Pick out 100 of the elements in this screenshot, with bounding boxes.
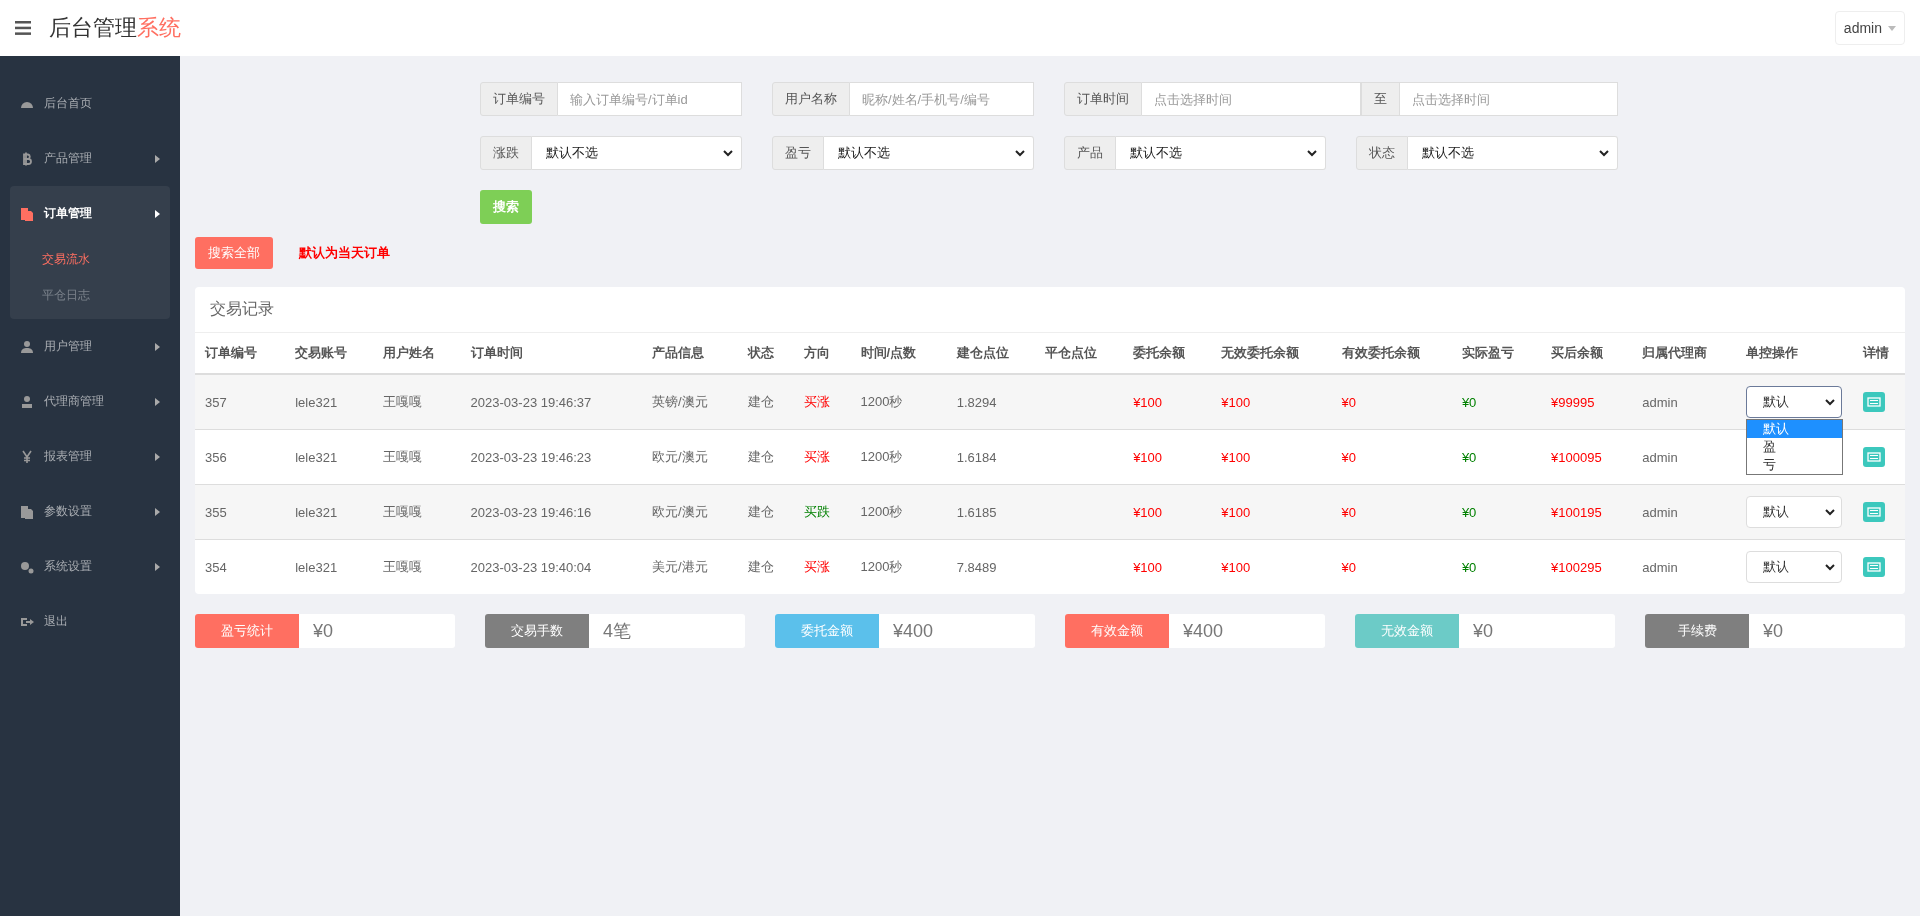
chevron-icon [1824,563,1835,571]
input-field[interactable]: 昵称/姓名/手机号/编号 [850,82,1034,116]
select-field[interactable]: 默认不选 [1116,136,1326,170]
control-select[interactable]: 默认 [1745,386,1842,418]
amount-cell: ¥100 [1221,394,1251,410]
table-cell: 欧元/澳元 [652,504,708,519]
control-select[interactable]: 默认 [1745,551,1842,583]
stat-value: ¥0 [1472,619,1494,643]
sidebar-icon [20,559,34,574]
table-cell: 王嘎嘎 [383,559,423,574]
field-label: 涨跌 [480,136,532,170]
amount-cell: ¥0 [1341,504,1357,520]
sidebar-subitem[interactable]: 交易流水 [10,241,170,277]
sidebar-icon [20,504,34,519]
caret-icon [1888,25,1896,31]
arrow-icon [155,452,160,461]
details-icon[interactable] [1862,447,1885,467]
table-cell: 1200秒 [860,559,903,574]
amount-cell: ¥100195 [1551,504,1602,520]
details-icon[interactable] [1862,557,1885,577]
table-cell: admin [1642,504,1678,520]
user-dropdown[interactable]: admin [1834,11,1905,45]
table-cell: admin [1642,394,1678,410]
sidebar-item[interactable]: 系统设置 [10,539,170,594]
select-field[interactable]: 默认不选 [1408,136,1618,170]
stat-label: 交易手数 [485,614,589,648]
sidebar-item[interactable]: 代理商管理 [10,374,170,429]
table-cell: lele321 [295,559,338,575]
table-cell: 欧元/澳元 [652,449,708,464]
stat-label: 有效金额 [1065,614,1169,648]
direction-cell: 买涨 [804,394,831,409]
table-cell: lele321 [295,449,338,465]
sidebar-icon [20,449,34,464]
table-cell: 355 [205,504,227,520]
table-cell: 建仓 [748,394,775,409]
table-cell: 王嘎嘎 [383,504,423,519]
field-label: 盈亏 [772,136,824,170]
control-select[interactable]: 默认 [1745,496,1842,528]
sidebar-item[interactable]: 后台首页 [10,76,170,131]
amount-cell: ¥100 [1221,559,1251,575]
direction-cell: 买涨 [804,559,831,574]
arrow-icon [155,397,160,406]
sidebar-item[interactable]: 退出 [10,594,170,649]
arrow-icon [155,507,160,516]
amount-cell: ¥100 [1221,504,1251,520]
input-field[interactable]: 输入订单编号/订单id [558,82,742,116]
amount-cell: ¥100 [1133,559,1163,575]
table-cell: 王嘎嘎 [383,394,423,409]
arrow-icon [155,209,160,218]
stat-value: ¥0 [1762,619,1784,643]
table-cell: 2023-03-23 19:46:23 [470,449,592,465]
stat-label: 盈亏统计 [195,614,299,648]
amount-cell: ¥0 [1461,449,1477,465]
amount-cell: ¥0 [1461,504,1477,520]
amount-cell: ¥100 [1133,394,1163,410]
sidebar-item[interactable]: 订单管理 [10,186,170,241]
arrow-icon [155,562,160,571]
chevron-icon [1599,149,1609,157]
table-cell: 1.6184 [956,449,997,465]
amount-cell: ¥99995 [1551,394,1595,410]
dropdown-option[interactable]: 亏 [1746,456,1842,474]
select-field[interactable]: 默认不选 [824,136,1034,170]
app-title: 后台管理 [49,14,137,42]
field-label: 状态 [1356,136,1408,170]
dropdown-option[interactable]: 盈 [1746,438,1842,456]
table-cell: 1.8294 [956,394,997,410]
sidebar-item[interactable]: 参数设置 [10,484,170,539]
sidebar-item[interactable]: 产品管理 [10,131,170,186]
dropdown-option[interactable]: 默认 [1746,420,1842,438]
table-cell: 2023-03-23 19:46:37 [470,394,592,410]
direction-cell: 买跌 [804,504,831,519]
details-icon[interactable] [1862,392,1885,412]
stat-label: 无效金额 [1355,614,1459,648]
range-separator: 至 [1360,82,1400,116]
sidebar-item[interactable]: 报表管理 [10,429,170,484]
amount-cell: ¥100 [1133,504,1163,520]
table-cell: 英镑/澳元 [652,394,708,409]
field-label: 订单编号 [480,82,558,116]
date-field[interactable]: 点击选择时间 [1142,82,1361,116]
table-cell: 354 [205,559,227,575]
direction-cell: 买涨 [804,449,831,464]
details-icon[interactable] [1862,502,1885,522]
table-cell: 1200秒 [860,504,903,519]
chevron-icon [1307,149,1317,157]
stat-value: ¥400 [1182,619,1224,643]
sidebar-icon [20,339,34,354]
amount-cell: ¥100095 [1551,449,1602,465]
amount-cell: ¥0 [1341,394,1357,410]
select-field[interactable]: 默认不选 [532,136,742,170]
sidebar-icon [20,206,34,221]
sidebar-item[interactable]: 用户管理 [10,319,170,374]
table-cell: admin [1642,449,1678,465]
field-label: 用户名称 [772,82,850,116]
stat-value: ¥400 [892,619,934,643]
date-field[interactable]: 点击选择时间 [1399,82,1618,116]
menu-icon[interactable] [15,21,31,35]
table-cell: 2023-03-23 19:46:16 [470,504,592,520]
table-cell: lele321 [295,504,338,520]
table-cell: 1.6185 [956,504,997,520]
chevron-icon [1015,149,1025,157]
